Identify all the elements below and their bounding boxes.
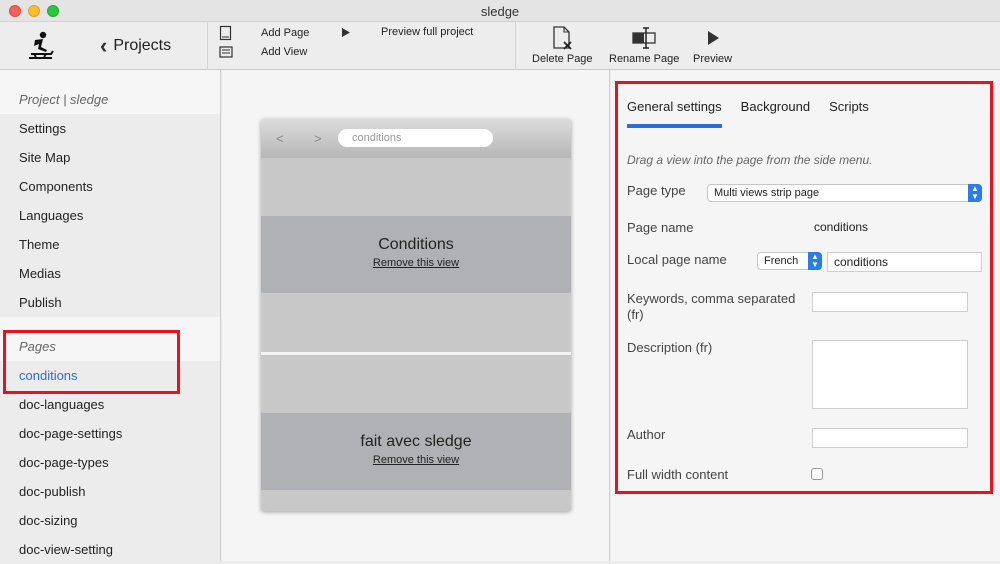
- projects-back-label: Projects: [113, 37, 172, 54]
- add-view-label: Add View: [261, 46, 308, 58]
- back-arrow-icon[interactable]: <: [276, 131, 284, 146]
- project-section-header: Project | sledge: [0, 85, 220, 114]
- sledge-logo-icon: [29, 31, 54, 59]
- title-bar: sledge: [0, 0, 1000, 22]
- window-title: sledge: [480, 4, 520, 19]
- sidebar-item-languages[interactable]: Languages: [0, 201, 220, 230]
- sidebar-item-theme[interactable]: Theme: [0, 230, 220, 259]
- sidebar-page-doc-publish[interactable]: doc-publish: [0, 477, 220, 506]
- preview-full-project-button[interactable]: Preview full project: [341, 26, 473, 38]
- view-title: Conditions: [378, 236, 454, 253]
- sidebar-item-publish[interactable]: Publish: [0, 288, 220, 317]
- projects-back-button[interactable]: ‹ Projects: [100, 34, 171, 58]
- add-page-label: Add Page: [261, 27, 310, 39]
- toolbar: ‹ Projects Add Page Add View Preview ful…: [0, 22, 1000, 70]
- chevron-left-icon: ‹: [100, 33, 108, 58]
- add-page-button[interactable]: Add Page: [219, 25, 309, 41]
- toolbar-divider: [207, 22, 208, 70]
- sidebar-page-doc-page-types[interactable]: doc-page-types: [0, 448, 220, 477]
- highlight-box-pages: [3, 330, 180, 394]
- page-icon: [219, 25, 232, 41]
- rename-page-button[interactable]: Rename Page: [609, 25, 679, 65]
- rename-page-label: Rename Page: [609, 53, 680, 65]
- sidebar-item-site-map[interactable]: Site Map: [0, 143, 220, 172]
- sidebar-item-settings[interactable]: Settings: [0, 114, 220, 143]
- preview-full-project-label: Preview full project: [381, 26, 474, 38]
- view-block[interactable]: Conditions Remove this view: [261, 216, 571, 293]
- sidebar-page-doc-languages[interactable]: doc-languages: [0, 390, 220, 419]
- forward-arrow-icon[interactable]: >: [314, 131, 322, 146]
- delete-page-label: Delete Page: [532, 53, 593, 65]
- preview-button[interactable]: Preview: [693, 25, 732, 65]
- delete-page-button[interactable]: Delete Page: [532, 25, 593, 65]
- sidebar-page-doc-sizing[interactable]: doc-sizing: [0, 506, 220, 535]
- spacer-band: [261, 158, 571, 216]
- sidebar-page-doc-view-setting[interactable]: doc-view-setting: [0, 535, 220, 564]
- play-icon: [342, 27, 350, 37]
- view-block[interactable]: fait avec sledge Remove this view: [261, 413, 571, 490]
- page-preview-area: < > conditions Conditions Remove this vi…: [222, 70, 610, 561]
- delete-page-icon: [553, 26, 572, 50]
- sidebar-page-doc-page-settings[interactable]: doc-page-settings: [0, 419, 220, 448]
- url-field: conditions: [338, 129, 493, 147]
- spacer-band: [261, 490, 571, 511]
- highlight-box-settings: [615, 81, 993, 494]
- add-view-button[interactable]: Add View: [219, 46, 307, 58]
- sidebar-item-medias[interactable]: Medias: [0, 259, 220, 288]
- preview-label: Preview: [693, 53, 733, 65]
- spacer-band: [261, 293, 571, 351]
- sidebar-item-components[interactable]: Components: [0, 172, 220, 201]
- toolbar-divider: [515, 22, 516, 70]
- browser-bar: < > conditions: [261, 119, 571, 158]
- spacer-band: [261, 355, 571, 413]
- rename-page-icon: [632, 27, 656, 49]
- sidebar: Project | sledge Settings Site Map Compo…: [0, 70, 221, 564]
- remove-view-link[interactable]: Remove this view: [261, 257, 571, 269]
- play-icon: [707, 31, 719, 45]
- view-icon: [219, 46, 233, 58]
- view-title: fait avec sledge: [360, 433, 472, 450]
- remove-view-link[interactable]: Remove this view: [261, 454, 571, 466]
- phone-preview: < > conditions Conditions Remove this vi…: [261, 119, 571, 511]
